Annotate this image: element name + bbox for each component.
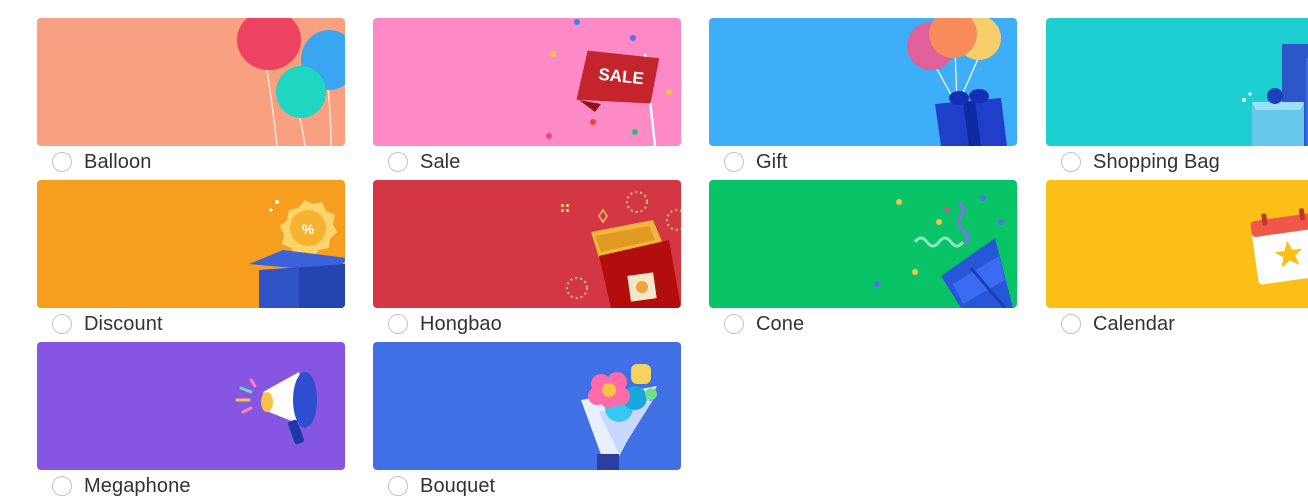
theme-label-shopping-bag: Shopping Bag [1093, 150, 1220, 173]
theme-card-gift[interactable] [709, 18, 1017, 146]
radio-gift[interactable] [724, 152, 744, 172]
theme-label-cone: Cone [756, 312, 805, 335]
balloon-icon [237, 18, 345, 146]
theme-card-megaphone[interactable] [37, 342, 345, 470]
theme-option-calendar[interactable]: Calendar [1046, 180, 1308, 335]
theme-card-sale[interactable]: SALE [373, 18, 681, 146]
flower [588, 372, 630, 408]
theme-label-balloon: Balloon [84, 150, 152, 173]
theme-label-discount: Discount [84, 312, 163, 335]
party-cone-icon [874, 195, 1013, 308]
theme-card-shopping-bag[interactable] [1046, 18, 1308, 146]
radio-shopping-bag[interactable] [1061, 152, 1081, 172]
theme-option-bouquet[interactable]: Bouquet [373, 342, 681, 497]
sale-flag-icon: SALE [546, 19, 672, 146]
discount-box-icon: % [249, 200, 345, 308]
radio-hongbao[interactable] [388, 314, 408, 334]
theme-card-balloon[interactable] [37, 18, 345, 146]
theme-label-sale: Sale [420, 150, 461, 173]
shopping-bag-icon [1242, 44, 1308, 146]
theme-card-discount[interactable]: % [37, 180, 345, 308]
theme-label-bouquet: Bouquet [420, 474, 496, 497]
radio-sale[interactable] [388, 152, 408, 172]
radio-megaphone[interactable] [52, 476, 72, 496]
theme-card-cone[interactable] [709, 180, 1017, 308]
radio-calendar[interactable] [1061, 314, 1081, 334]
theme-card-hongbao[interactable] [373, 180, 681, 308]
radio-bouquet[interactable] [388, 476, 408, 496]
theme-option-discount[interactable]: % Discount [37, 180, 345, 335]
megaphone-icon [235, 372, 317, 445]
theme-option-megaphone[interactable]: Megaphone [37, 342, 345, 497]
hongbao-icon [561, 191, 681, 308]
radio-cone[interactable] [724, 314, 744, 334]
theme-card-bouquet[interactable] [373, 342, 681, 470]
theme-option-shopping-bag[interactable]: Shopping Bag [1046, 18, 1308, 173]
gift-icon [907, 18, 1007, 146]
theme-option-balloon[interactable]: Balloon [37, 18, 345, 173]
theme-option-gift[interactable]: Gift [709, 18, 1017, 173]
radio-discount[interactable] [52, 314, 72, 334]
bouquet-icon [581, 364, 657, 470]
theme-label-gift: Gift [756, 150, 788, 173]
radio-balloon[interactable] [52, 152, 72, 172]
calendar-icon [1250, 208, 1308, 285]
theme-label-calendar: Calendar [1093, 312, 1175, 335]
discount-badge-text: % [302, 221, 315, 237]
theme-card-calendar[interactable] [1046, 180, 1308, 308]
theme-label-megaphone: Megaphone [84, 474, 191, 497]
theme-option-cone[interactable]: Cone [709, 180, 1017, 335]
theme-option-sale[interactable]: SALE Sale [373, 18, 681, 173]
theme-label-hongbao: Hongbao [420, 312, 502, 335]
theme-option-hongbao[interactable]: Hongbao [373, 180, 681, 335]
